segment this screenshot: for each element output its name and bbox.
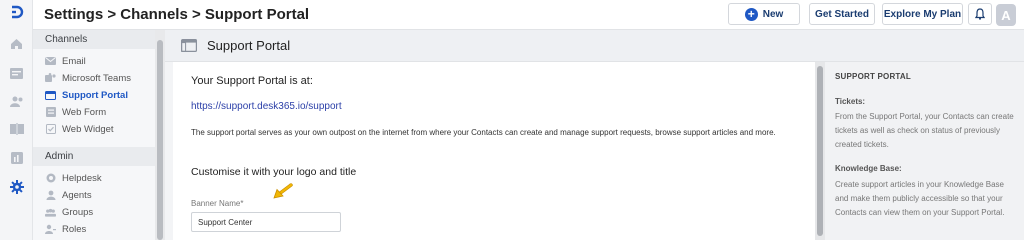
help-tickets-title: Tickets: <box>835 97 866 106</box>
portal-icon <box>181 39 197 52</box>
menu-item-label: Web Form <box>62 106 107 118</box>
new-button-label: New <box>762 8 784 20</box>
menu-item-label: Microsoft Teams <box>62 72 131 84</box>
help-tickets-text: From the Support Portal, your Contacts c… <box>835 112 1014 149</box>
portal-description: The support portal serves as your own ou… <box>191 128 776 137</box>
breadcrumb-current: Support Portal <box>204 6 310 23</box>
menu-section-channels: Channels <box>33 30 155 49</box>
menu-section-admin: Admin <box>33 147 155 166</box>
menu-item-label: Support Portal <box>62 89 128 101</box>
menu-item-web-form[interactable]: Web Form <box>33 104 155 120</box>
page-title-bar: Support Portal <box>165 30 1024 62</box>
help-kb-title: Knowledge Base: <box>835 164 902 173</box>
banner-name-input[interactable]: Support Center <box>191 212 341 232</box>
groups-icon <box>45 207 56 217</box>
helpdesk-icon <box>45 173 56 183</box>
roles-icon <box>45 224 56 234</box>
menu-item-label: Groups <box>62 206 94 218</box>
home-icon[interactable] <box>0 34 33 54</box>
email-icon <box>45 56 56 66</box>
menu-item-web-widget[interactable]: Web Widget <box>33 121 155 137</box>
avatar[interactable]: A <box>996 4 1016 26</box>
icon-rail <box>0 0 33 240</box>
tickets-icon[interactable] <box>0 63 33 83</box>
top-header: Settings > Channels > Support Portal + N… <box>33 0 1024 30</box>
web-form-icon <box>45 107 56 117</box>
explore-plan-button[interactable]: Explore My Plan <box>882 3 963 25</box>
menu-item-microsoft-teams[interactable]: Microsoft Teams <box>33 70 155 86</box>
breadcrumb-channels[interactable]: Channels <box>120 6 188 23</box>
logo-icon[interactable] <box>0 2 33 22</box>
help-kb-text: Create support articles in your Knowledg… <box>835 180 1005 217</box>
agents-icon <box>45 190 56 200</box>
reports-icon[interactable] <box>0 148 33 168</box>
menu-item-email[interactable]: Email <box>33 53 155 69</box>
main-content: Your Support Portal is at: https://suppo… <box>165 62 809 240</box>
portal-url-link[interactable]: https://support.desk365.io/support <box>191 101 342 112</box>
portal-address-heading: Your Support Portal is at: <box>191 75 313 87</box>
explore-plan-label: Explore My Plan <box>883 8 962 20</box>
breadcrumb-separator: > <box>107 6 117 23</box>
plus-icon: + <box>744 7 758 21</box>
banner-name-label: Banner Name* <box>191 199 244 208</box>
menu-item-label: Web Widget <box>62 123 114 135</box>
menu-item-helpdesk[interactable]: Helpdesk <box>33 170 155 186</box>
content-scrollbar-thumb[interactable] <box>817 66 823 236</box>
page-title: Support Portal <box>207 38 291 53</box>
menu-item-label: Email <box>62 55 86 67</box>
menu-scrollbar-thumb[interactable] <box>157 40 163 240</box>
breadcrumb-settings[interactable]: Settings <box>44 6 103 23</box>
menu-item-support-portal[interactable]: Support Portal <box>33 87 155 103</box>
menu-item-label: Helpdesk <box>62 172 102 184</box>
contacts-icon[interactable] <box>0 91 33 111</box>
get-started-label: Get Started <box>815 8 869 20</box>
menu-item-agents[interactable]: Agents <box>33 187 155 203</box>
customise-heading: Customise it with your logo and title <box>191 166 357 178</box>
help-panel: SUPPORT PORTAL Tickets: From the Support… <box>825 62 1024 240</box>
menu-item-groups[interactable]: Groups <box>33 204 155 220</box>
settings-menu: Channels Email Microsoft Teams Support P… <box>33 30 155 240</box>
new-button[interactable]: + New <box>728 3 800 25</box>
notifications-button[interactable] <box>968 3 992 25</box>
content-scrollbar[interactable] <box>815 62 825 240</box>
pointer-arrow-icon <box>273 183 293 199</box>
get-started-button[interactable]: Get Started <box>809 3 875 25</box>
teams-icon <box>45 73 56 83</box>
knowledge-base-icon[interactable] <box>0 119 33 139</box>
menu-item-label: Roles <box>62 223 87 235</box>
web-widget-icon <box>45 124 56 134</box>
menu-item-label: Agents <box>62 189 92 201</box>
help-title: SUPPORT PORTAL <box>835 72 911 81</box>
menu-scrollbar[interactable] <box>155 30 165 240</box>
breadcrumb: Settings > Channels > Support Portal <box>44 6 309 23</box>
portal-settings-card: Your Support Portal is at: https://suppo… <box>173 62 809 240</box>
breadcrumb-separator: > <box>191 6 201 23</box>
menu-item-roles[interactable]: Roles <box>33 221 155 237</box>
bell-icon <box>975 8 985 20</box>
settings-icon[interactable] <box>0 177 33 197</box>
portal-icon <box>45 90 56 100</box>
